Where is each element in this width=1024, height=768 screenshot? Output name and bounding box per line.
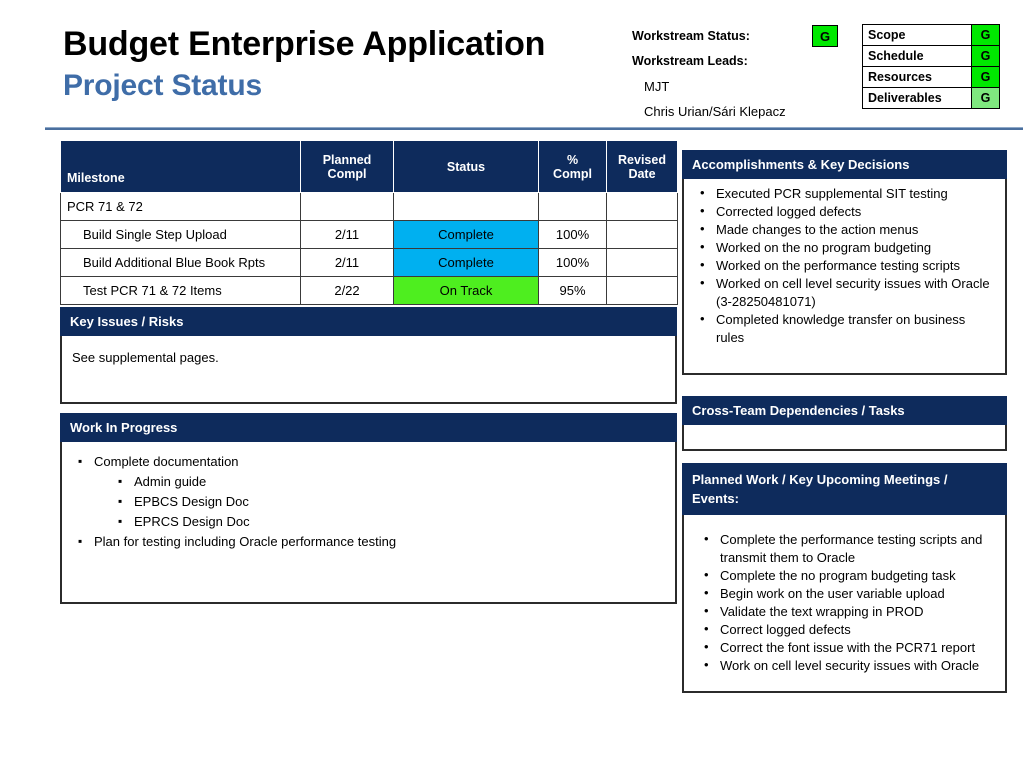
col-header-revised-line2: Date bbox=[628, 166, 656, 181]
milestone-planned: 2/22 bbox=[300, 276, 394, 305]
col-header-planned-line2: Compl bbox=[327, 166, 367, 181]
milestone-name: Build Single Step Upload bbox=[60, 220, 301, 249]
cross-team-header: Cross-Team Dependencies / Tasks bbox=[682, 396, 1007, 425]
list-item: Plan for testing including Oracle perfor… bbox=[76, 531, 665, 552]
list-item: Complete the performance testing scripts… bbox=[690, 530, 997, 567]
milestone-pct: 100% bbox=[538, 248, 607, 277]
status-label-schedule: Schedule bbox=[862, 45, 972, 67]
workstream-lead-1: MJT bbox=[644, 79, 670, 94]
milestone-planned: 2/11 bbox=[300, 220, 394, 249]
milestone-status bbox=[393, 192, 539, 221]
milestone-pct: 100% bbox=[538, 220, 607, 249]
list-item: Complete documentation bbox=[76, 451, 665, 472]
list-item: EPRCS Design Doc bbox=[76, 511, 665, 532]
milestone-header-row: Milestone Planned Compl Status % Compl R… bbox=[60, 140, 678, 193]
planned-work-list: Complete the performance testing scripts… bbox=[690, 530, 997, 675]
col-header-status: Status bbox=[393, 140, 539, 193]
key-issues-body: See supplemental pages. bbox=[60, 336, 677, 404]
list-item: Made changes to the action menus bbox=[690, 220, 997, 239]
milestone-revised bbox=[606, 220, 678, 249]
status-badge-resources: G bbox=[971, 66, 1000, 88]
workstream-lead-2: Chris Urian/Sári Klepacz bbox=[644, 104, 786, 119]
col-header-pct-line1: % bbox=[566, 152, 579, 167]
status-label-deliverables: Deliverables bbox=[862, 87, 972, 109]
table-row: Build Single Step Upload 2/11 Complete 1… bbox=[60, 220, 678, 249]
planned-work-header: Planned Work / Key Upcoming Meetings / E… bbox=[682, 463, 1007, 515]
status-row-schedule: Schedule G bbox=[862, 45, 1000, 67]
col-header-revised-date: Revised Date bbox=[606, 140, 678, 193]
work-in-progress-header: Work In Progress bbox=[60, 413, 677, 442]
status-row-resources: Resources G bbox=[862, 66, 1000, 88]
list-item: Validate the text wrapping in PROD bbox=[690, 602, 997, 621]
status-badge-deliverables: G bbox=[971, 87, 1000, 109]
status-label-scope: Scope bbox=[862, 24, 972, 46]
page-title: Budget Enterprise Application bbox=[63, 25, 546, 63]
accomplishments-list: Executed PCR supplemental SIT testing Co… bbox=[690, 184, 997, 347]
list-item: Worked on cell level security issues wit… bbox=[690, 274, 997, 311]
milestone-revised bbox=[606, 248, 678, 277]
list-item: Corrected logged defects bbox=[690, 202, 997, 221]
list-item: Correct the font issue with the PCR71 re… bbox=[690, 638, 997, 657]
list-item: Complete the no program budgeting task bbox=[690, 566, 997, 585]
slide-canvas: Budget Enterprise Application Project St… bbox=[0, 0, 1024, 768]
col-header-milestone: Milestone bbox=[60, 140, 301, 193]
work-in-progress-list: Complete documentation Admin guide EPBCS… bbox=[76, 451, 665, 552]
milestone-name: Test PCR 71 & 72 Items bbox=[60, 276, 301, 305]
key-issues-panel: Key Issues / Risks See supplemental page… bbox=[60, 307, 677, 404]
milestone-planned: 2/11 bbox=[300, 248, 394, 277]
milestone-table: Milestone Planned Compl Status % Compl R… bbox=[60, 140, 678, 305]
col-header-revised-line1: Revised bbox=[618, 152, 666, 167]
milestone-status: On Track bbox=[393, 276, 539, 305]
accomplishments-panel: Accomplishments & Key Decisions Executed… bbox=[682, 150, 1007, 375]
table-row: Build Additional Blue Book Rpts 2/11 Com… bbox=[60, 248, 678, 277]
list-item: Work on cell level security issues with … bbox=[690, 656, 997, 675]
status-row-scope: Scope G bbox=[862, 24, 1000, 46]
status-badge-scope: G bbox=[971, 24, 1000, 46]
milestone-status: Complete bbox=[393, 248, 539, 277]
work-in-progress-panel: Work In Progress Complete documentation … bbox=[60, 413, 677, 604]
list-item: Worked on the no program budgeting bbox=[690, 238, 997, 257]
list-item: Completed knowledge transfer on business… bbox=[690, 310, 997, 347]
key-issues-text: See supplemental pages. bbox=[72, 350, 219, 365]
table-row: Test PCR 71 & 72 Items 2/22 On Track 95% bbox=[60, 276, 678, 305]
page-subtitle: Project Status bbox=[63, 69, 262, 102]
cross-team-body bbox=[682, 425, 1007, 451]
list-item: EPBCS Design Doc bbox=[76, 491, 665, 512]
milestone-pct bbox=[538, 192, 607, 221]
cross-team-panel: Cross-Team Dependencies / Tasks bbox=[682, 396, 1007, 451]
header-divider bbox=[45, 127, 1023, 130]
milestone-name: Build Additional Blue Book Rpts bbox=[60, 248, 301, 277]
milestone-revised bbox=[606, 276, 678, 305]
milestone-status: Complete bbox=[393, 220, 539, 249]
col-header-planned-compl: Planned Compl bbox=[300, 140, 394, 193]
list-item: Admin guide bbox=[76, 471, 665, 492]
accomplishments-header: Accomplishments & Key Decisions bbox=[682, 150, 1007, 179]
accomplishments-body: Executed PCR supplemental SIT testing Co… bbox=[682, 179, 1007, 375]
title-block: Budget Enterprise Application Project St… bbox=[63, 22, 545, 106]
col-header-pct-compl: % Compl bbox=[538, 140, 607, 193]
workstream-status-badge: G bbox=[812, 25, 838, 47]
list-item: Executed PCR supplemental SIT testing bbox=[690, 184, 997, 203]
work-in-progress-body: Complete documentation Admin guide EPBCS… bbox=[60, 442, 677, 604]
milestone-pct: 95% bbox=[538, 276, 607, 305]
status-summary-table: Scope G Schedule G Resources G Deliverab… bbox=[862, 24, 1000, 109]
planned-work-body: Complete the performance testing scripts… bbox=[682, 515, 1007, 693]
col-header-pct-line2: Compl bbox=[553, 166, 592, 181]
key-issues-header: Key Issues / Risks bbox=[60, 307, 677, 336]
list-item: Begin work on the user variable upload bbox=[690, 584, 997, 603]
table-row: PCR 71 & 72 bbox=[60, 192, 678, 221]
status-badge-schedule: G bbox=[971, 45, 1000, 67]
status-label-resources: Resources bbox=[862, 66, 972, 88]
milestone-planned bbox=[300, 192, 394, 221]
list-item: Correct logged defects bbox=[690, 620, 997, 639]
status-row-deliverables: Deliverables G bbox=[862, 87, 1000, 109]
milestone-name: PCR 71 & 72 bbox=[60, 192, 301, 221]
list-item: Worked on the performance testing script… bbox=[690, 256, 997, 275]
planned-work-panel: Planned Work / Key Upcoming Meetings / E… bbox=[682, 463, 1007, 693]
col-header-planned-line1: Planned bbox=[322, 152, 372, 167]
milestone-revised bbox=[606, 192, 678, 221]
workstream-leads-label: Workstream Leads: bbox=[632, 54, 748, 68]
